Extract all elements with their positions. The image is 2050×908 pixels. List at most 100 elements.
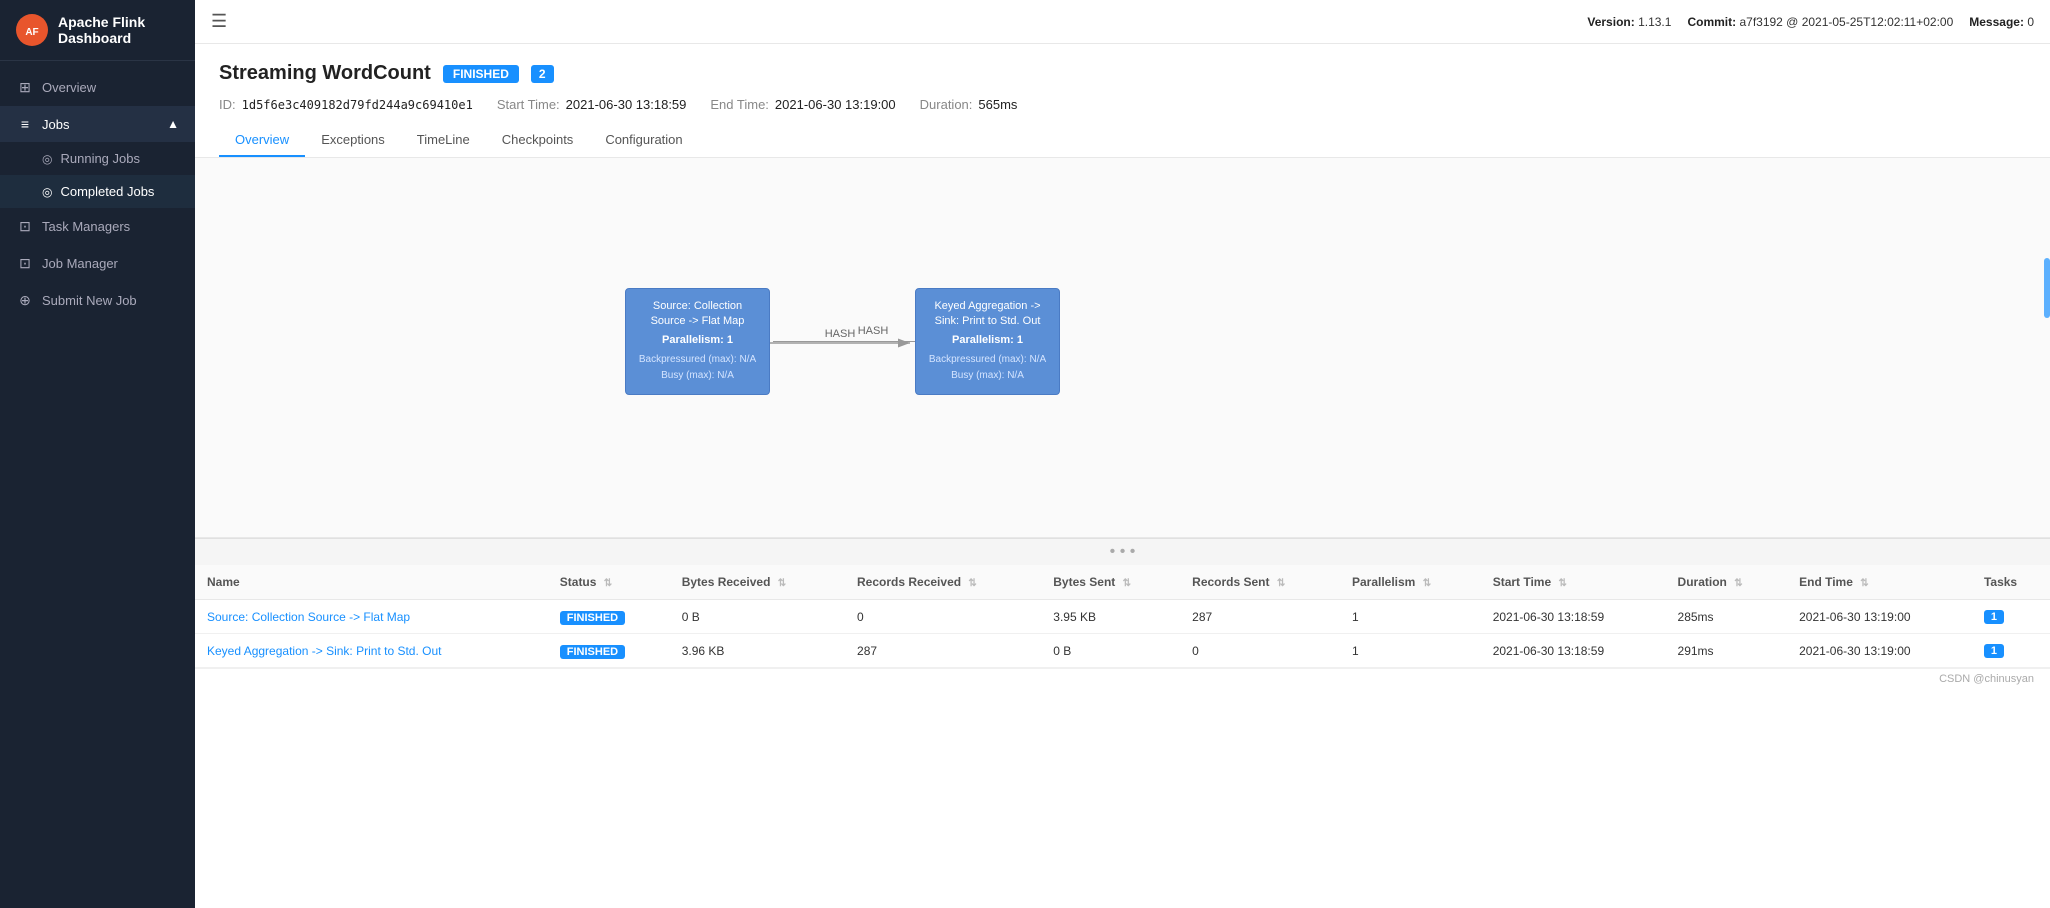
graph-node-1[interactable]: Source: Collection Source -> Flat Map Pa…	[625, 288, 770, 395]
col-parallelism: Parallelism ⇅	[1340, 565, 1481, 600]
col-records-received: Records Received ⇅	[845, 565, 1041, 600]
table-row: Keyed Aggregation -> Sink: Print to Std.…	[195, 634, 2050, 668]
node2-parallelism: Parallelism: 1	[924, 334, 1051, 346]
end-time-sort-icon[interactable]: ⇅	[1860, 578, 1868, 589]
row-duration-0: 285ms	[1666, 600, 1788, 634]
table-header-row: Name Status ⇅ Bytes Received ⇅ Records R…	[195, 565, 2050, 600]
job-status-badge: FINISHED	[443, 65, 519, 83]
graph-canvas: Source: Collection Source -> Flat Map Pa…	[195, 158, 2050, 537]
job-meta: ID: 1d5f6e3c409182d79fd244a9c69410e1 Sta…	[219, 97, 2026, 112]
svg-text:AF: AF	[25, 27, 38, 38]
node1-parallelism: Parallelism: 1	[634, 334, 761, 346]
col-start-time: Start Time ⇅	[1481, 565, 1666, 600]
row-tasks-1: 1	[1972, 634, 2050, 668]
sidebar-item-running-jobs-label: Running Jobs	[60, 151, 140, 166]
col-end-time: End Time ⇅	[1787, 565, 1972, 600]
sidebar-item-task-managers[interactable]: ⊡ Task Managers	[0, 208, 195, 245]
node2-stat1: Backpressured (max): N/A	[924, 352, 1051, 368]
job-start-label: Start Time:	[497, 97, 560, 112]
jobs-expand-icon: ▲	[167, 117, 179, 131]
job-start-value: 2021-06-30 13:18:59	[566, 97, 687, 112]
node1-stat2: Busy (max): N/A	[634, 368, 761, 384]
job-num-badge: 2	[531, 65, 554, 83]
sidebar-item-running-jobs[interactable]: ◎ Running Jobs	[0, 142, 195, 175]
sidebar-logo: AF	[16, 14, 48, 46]
hamburger-icon[interactable]: ☰	[211, 11, 227, 32]
job-duration-value: 565ms	[978, 97, 1017, 112]
table-row: Source: Collection Source -> Flat Map FI…	[195, 600, 2050, 634]
job-duration-label: Duration:	[920, 97, 973, 112]
start-time-sort-icon[interactable]: ⇅	[1559, 578, 1567, 589]
main-content: ☰ Version: 1.13.1 Commit: a7f3192 @ 2021…	[195, 0, 2050, 908]
sidebar-item-submit-new-job-label: Submit New Job	[42, 293, 137, 308]
row-tasks-0: 1	[1972, 600, 2050, 634]
row-bytes-sent-1: 0 B	[1041, 634, 1180, 668]
row-bytes-received-1: 3.96 KB	[670, 634, 845, 668]
row-bytes-received-0: 0 B	[670, 600, 845, 634]
row-start-time-0: 2021-06-30 13:18:59	[1481, 600, 1666, 634]
sidebar-item-jobs-label: Jobs	[42, 117, 69, 132]
job-end-value: 2021-06-30 13:19:00	[775, 97, 896, 112]
submit-job-icon: ⊕	[16, 292, 34, 309]
task-managers-icon: ⊡	[16, 218, 34, 235]
tab-configuration[interactable]: Configuration	[589, 124, 698, 157]
graph-node-2[interactable]: Keyed Aggregation -> Sink: Print to Std.…	[915, 288, 1060, 395]
records-sent-sort-icon[interactable]: ⇅	[1277, 578, 1285, 589]
row-records-received-1: 287	[845, 634, 1041, 668]
row-end-time-0: 2021-06-30 13:19:00	[1787, 600, 1972, 634]
version-label-text: Version:	[1587, 15, 1634, 29]
graph-scrollbar[interactable]	[2044, 258, 2050, 318]
overview-icon: ⊞	[16, 79, 34, 96]
drag-handle[interactable]: • • •	[195, 538, 2050, 565]
tab-checkpoints[interactable]: Checkpoints	[486, 124, 590, 157]
row-name-1[interactable]: Keyed Aggregation -> Sink: Print to Std.…	[195, 634, 548, 668]
job-header: Streaming WordCount FINISHED 2 ID: 1d5f6…	[195, 44, 2050, 158]
version-value: 1.13.1	[1638, 15, 1671, 29]
node2-stat2: Busy (max): N/A	[924, 368, 1051, 384]
row-records-sent-1: 0	[1180, 634, 1340, 668]
graph-arrow-svg: HASH	[770, 313, 920, 373]
version-label: Version: 1.13.1	[1587, 15, 1671, 29]
running-jobs-icon: ◎	[42, 152, 52, 166]
col-status: Status ⇅	[548, 565, 670, 600]
bytes-recv-sort-icon[interactable]: ⇅	[778, 578, 786, 589]
row-duration-1: 291ms	[1666, 634, 1788, 668]
node2-title: Keyed Aggregation -> Sink: Print to Std.…	[924, 299, 1051, 330]
row-bytes-sent-0: 3.95 KB	[1041, 600, 1180, 634]
sidebar-header: AF Apache Flink Dashboard	[0, 0, 195, 61]
status-sort-icon[interactable]: ⇅	[604, 578, 612, 589]
tab-exceptions[interactable]: Exceptions	[305, 124, 401, 157]
sidebar-item-job-manager-label: Job Manager	[42, 256, 118, 271]
commit-label-text: Commit:	[1687, 15, 1736, 29]
sidebar-item-task-managers-label: Task Managers	[42, 219, 130, 234]
duration-sort-icon[interactable]: ⇅	[1734, 578, 1742, 589]
sidebar-item-jobs[interactable]: ≡ Jobs ▲	[0, 106, 195, 142]
tab-overview[interactable]: Overview	[219, 124, 305, 157]
sidebar-item-overview-label: Overview	[42, 80, 96, 95]
sidebar-nav: ⊞ Overview ≡ Jobs ▲ ◎ Running Jobs ◎ Com…	[0, 61, 195, 908]
table-section: Name Status ⇅ Bytes Received ⇅ Records R…	[195, 565, 2050, 668]
bytes-sent-sort-icon[interactable]: ⇅	[1123, 578, 1131, 589]
sidebar: AF Apache Flink Dashboard ⊞ Overview ≡ J…	[0, 0, 195, 908]
row-end-time-1: 2021-06-30 13:19:00	[1787, 634, 1972, 668]
row-parallelism-0: 1	[1340, 600, 1481, 634]
row-parallelism-1: 1	[1340, 634, 1481, 668]
parallelism-sort-icon[interactable]: ⇅	[1423, 578, 1431, 589]
sidebar-item-completed-jobs[interactable]: ◎ Completed Jobs	[0, 175, 195, 208]
row-start-time-1: 2021-06-30 13:18:59	[1481, 634, 1666, 668]
message-count: 0	[2027, 15, 2034, 29]
job-id-label: ID:	[219, 97, 236, 112]
row-name-0[interactable]: Source: Collection Source -> Flat Map	[195, 600, 548, 634]
sidebar-item-submit-new-job[interactable]: ⊕ Submit New Job	[0, 282, 195, 319]
app-title: Apache Flink Dashboard	[58, 14, 179, 46]
records-recv-sort-icon[interactable]: ⇅	[968, 578, 976, 589]
sidebar-item-job-manager[interactable]: ⊡ Job Manager	[0, 245, 195, 282]
sidebar-item-overview[interactable]: ⊞ Overview	[0, 69, 195, 106]
col-bytes-sent: Bytes Sent ⇅	[1041, 565, 1180, 600]
col-records-sent: Records Sent ⇅	[1180, 565, 1340, 600]
footer-credit: CSDN @chinusyan	[195, 668, 2050, 689]
jobs-table: Name Status ⇅ Bytes Received ⇅ Records R…	[195, 565, 2050, 668]
col-name: Name	[195, 565, 548, 600]
tab-timeline[interactable]: TimeLine	[401, 124, 486, 157]
sidebar-item-completed-jobs-label: Completed Jobs	[60, 184, 154, 199]
